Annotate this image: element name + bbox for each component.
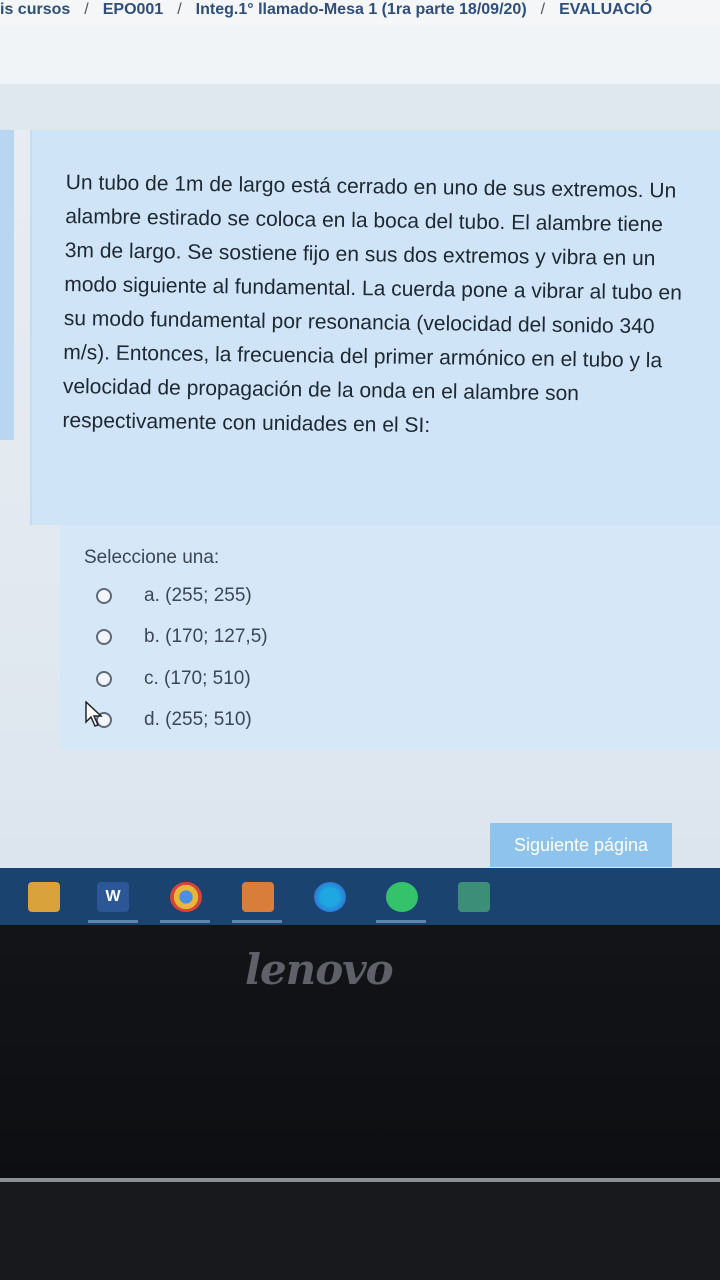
option-label: a. (255; 255) bbox=[144, 585, 252, 606]
select-one-label: Seleccione una: bbox=[84, 547, 220, 568]
word-icon[interactable]: W bbox=[97, 882, 129, 912]
breadcrumb-item[interactable]: is cursos bbox=[0, 0, 70, 20]
active-app-indicator bbox=[88, 920, 138, 923]
breadcrumb-separator: / bbox=[540, 1, 546, 18]
excel-icon[interactable] bbox=[458, 882, 490, 912]
question-info-bar bbox=[0, 130, 14, 440]
breadcrumb-item[interactable]: EVALUACIÓ bbox=[559, 0, 652, 20]
mouse-cursor-icon bbox=[85, 701, 103, 727]
office-icon[interactable] bbox=[242, 882, 274, 912]
option-c[interactable]: c. (170; 510) bbox=[96, 664, 396, 694]
radio-button[interactable] bbox=[96, 671, 112, 687]
radio-button[interactable] bbox=[96, 629, 112, 645]
header-band bbox=[0, 26, 720, 84]
question-box: Un tubo de 1m de largo está cerrado en u… bbox=[30, 130, 720, 525]
browser-screen: is cursos / EPO001 / Integ.1° llamado-Mesa 1… bbox=[0, 0, 720, 925]
edge-icon[interactable] bbox=[314, 882, 346, 912]
option-b[interactable]: b. (170; 127,5) bbox=[96, 622, 396, 652]
active-app-indicator bbox=[160, 920, 210, 923]
option-label: d. (255; 510) bbox=[144, 709, 252, 730]
option-label: b. (170; 127,5) bbox=[144, 626, 268, 647]
brand-logo: lenovo bbox=[245, 945, 394, 994]
breadcrumb-item[interactable]: EPO001 bbox=[103, 0, 163, 20]
folder-icon[interactable] bbox=[28, 882, 60, 912]
active-app-indicator bbox=[376, 920, 426, 923]
answers-box: Seleccione una: a. (255; 255) b. (170; 1… bbox=[60, 525, 720, 750]
spotify-icon[interactable] bbox=[386, 882, 418, 912]
chrome-icon[interactable] bbox=[170, 882, 202, 912]
active-app-indicator bbox=[232, 920, 282, 923]
laptop-base bbox=[0, 1182, 720, 1280]
breadcrumb-separator: / bbox=[177, 1, 182, 18]
breadcrumb-item[interactable]: Integ.1° llamado-Mesa 1 (1ra parte 18/09… bbox=[196, 0, 527, 20]
content-band bbox=[0, 84, 720, 130]
option-label: c. (170; 510) bbox=[144, 668, 251, 689]
option-d[interactable]: d. (255; 510) bbox=[96, 705, 396, 735]
radio-button[interactable] bbox=[96, 588, 112, 604]
breadcrumb-separator: / bbox=[84, 1, 89, 18]
question-text: Un tubo de 1m de largo está cerrado en u… bbox=[62, 170, 683, 438]
next-page-button[interactable]: Siguiente página bbox=[490, 823, 672, 867]
option-a[interactable]: a. (255; 255) bbox=[96, 581, 396, 611]
word-letter: W bbox=[105, 888, 121, 905]
taskbar: W bbox=[0, 868, 720, 925]
breadcrumb: is cursos / EPO001 / Integ.1° llamado-Mesa 1… bbox=[0, 0, 720, 26]
